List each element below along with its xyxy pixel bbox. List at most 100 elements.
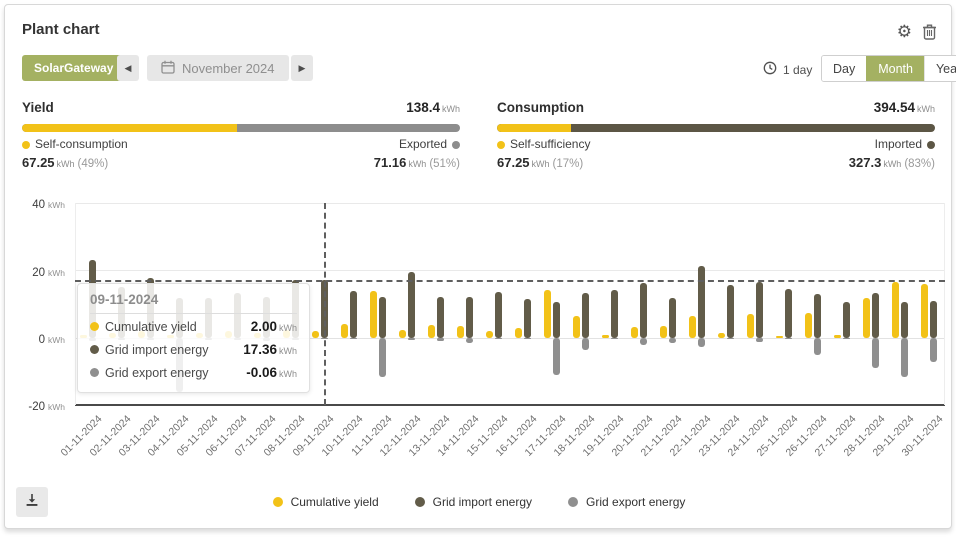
bar-yield-10-11-2024[interactable]	[341, 324, 348, 338]
tooltip-value: 2.00	[251, 319, 277, 334]
bar-import-12-11-2024[interactable]	[408, 272, 415, 338]
bar-import-20-11-2024[interactable]	[640, 283, 647, 338]
bar-export-16-11-2024[interactable]	[524, 338, 531, 339]
bar-import-15-11-2024[interactable]	[495, 292, 502, 338]
bar-export-12-11-2024[interactable]	[408, 338, 415, 340]
bar-yield-30-11-2024[interactable]	[921, 284, 928, 338]
bar-export-18-11-2024[interactable]	[582, 338, 589, 350]
prev-month-button[interactable]: ◀	[117, 55, 139, 81]
grid-line	[75, 203, 945, 204]
crosshair-vertical-line	[324, 203, 326, 405]
bar-import-13-11-2024[interactable]	[437, 297, 444, 338]
view-year-button[interactable]: Year	[924, 56, 956, 81]
bar-export-29-11-2024[interactable]	[901, 338, 908, 377]
bar-export-23-11-2024[interactable]	[727, 338, 734, 339]
chart-legend: Cumulative yield Grid import energy Grid e…	[5, 495, 953, 509]
bar-import-17-11-2024[interactable]	[553, 302, 560, 338]
bar-yield-19-11-2024[interactable]	[602, 335, 609, 338]
bar-export-24-11-2024[interactable]	[756, 338, 763, 342]
bar-yield-13-11-2024[interactable]	[428, 325, 435, 338]
legend-item-grid-export-energy[interactable]: Grid export energy	[568, 495, 685, 509]
calendar-icon	[161, 60, 175, 77]
interval-indicator: 1 day	[763, 61, 812, 78]
exported-label: Exported	[399, 137, 447, 151]
bar-import-10-11-2024[interactable]	[350, 291, 357, 338]
bar-yield-29-11-2024[interactable]	[892, 282, 899, 338]
bar-export-27-11-2024[interactable]	[843, 338, 850, 339]
bar-import-29-11-2024[interactable]	[901, 302, 908, 338]
grid-line	[75, 270, 945, 271]
bar-export-20-11-2024[interactable]	[640, 338, 647, 345]
bar-import-28-11-2024[interactable]	[872, 293, 879, 338]
y-axis-tick: 20kWh	[5, 263, 65, 281]
bar-export-15-11-2024[interactable]	[495, 338, 502, 339]
bar-import-11-11-2024[interactable]	[379, 297, 386, 338]
tooltip-date: 09-11-2024	[90, 292, 297, 314]
bar-import-18-11-2024[interactable]	[582, 293, 589, 338]
bar-yield-22-11-2024[interactable]	[689, 316, 696, 338]
bar-export-19-11-2024[interactable]	[611, 338, 618, 339]
bar-export-11-11-2024[interactable]	[379, 338, 386, 377]
bar-yield-14-11-2024[interactable]	[457, 326, 464, 338]
view-day-button[interactable]: Day	[822, 56, 866, 81]
bar-export-22-11-2024[interactable]	[698, 338, 705, 347]
legend-dot-icon	[273, 497, 283, 507]
crosshair-horizontal-line	[75, 280, 945, 282]
view-toggle: DayMonthYear	[821, 55, 956, 82]
settings-gear-icon[interactable]: ⚙	[897, 23, 912, 40]
bar-export-25-11-2024[interactable]	[785, 338, 792, 339]
bar-export-26-11-2024[interactable]	[814, 338, 821, 355]
bar-import-24-11-2024[interactable]	[756, 282, 763, 338]
series-dot-icon	[90, 368, 99, 377]
consumption-total: 394.54	[874, 100, 915, 115]
bar-import-23-11-2024[interactable]	[727, 285, 734, 338]
bar-export-10-11-2024[interactable]	[350, 338, 357, 339]
self-sufficiency-value: 67.25kWh(17%)	[497, 154, 583, 172]
bar-import-22-11-2024[interactable]	[698, 266, 705, 338]
bar-yield-12-11-2024[interactable]	[399, 330, 406, 338]
bar-export-28-11-2024[interactable]	[872, 338, 879, 368]
bar-yield-16-11-2024[interactable]	[515, 328, 522, 338]
bar-yield-27-11-2024[interactable]	[834, 335, 841, 338]
bar-yield-18-11-2024[interactable]	[573, 316, 580, 338]
chevron-left-icon: ◀	[125, 63, 132, 74]
series-dot-icon	[90, 345, 99, 354]
bar-import-14-11-2024[interactable]	[466, 297, 473, 338]
bar-yield-23-11-2024[interactable]	[718, 333, 725, 338]
bar-export-30-11-2024[interactable]	[930, 338, 937, 362]
bar-yield-28-11-2024[interactable]	[863, 298, 870, 338]
view-month-button[interactable]: Month	[866, 56, 924, 81]
bar-import-19-11-2024[interactable]	[611, 290, 618, 338]
legend-item-cumulative-yield[interactable]: Cumulative yield	[273, 495, 379, 509]
bar-yield-11-11-2024[interactable]	[370, 291, 377, 338]
date-picker-button[interactable]: November 2024	[147, 55, 289, 81]
bar-yield-25-11-2024[interactable]	[776, 336, 783, 338]
bar-export-13-11-2024[interactable]	[437, 338, 444, 341]
bar-yield-15-11-2024[interactable]	[486, 331, 493, 338]
bar-yield-26-11-2024[interactable]	[805, 313, 812, 338]
bar-import-30-11-2024[interactable]	[930, 301, 937, 338]
bar-import-16-11-2024[interactable]	[524, 299, 531, 338]
bar-yield-20-11-2024[interactable]	[631, 327, 638, 338]
bar-export-21-11-2024[interactable]	[669, 338, 676, 343]
delete-trash-icon[interactable]	[922, 23, 937, 40]
legend-item-grid-import-energy[interactable]: Grid import energy	[415, 495, 532, 509]
yield-total: 138.4	[406, 100, 440, 115]
bar-import-25-11-2024[interactable]	[785, 289, 792, 338]
plot-left-edge	[75, 203, 76, 405]
bar-yield-24-11-2024[interactable]	[747, 314, 754, 338]
imported-dot-icon	[927, 141, 935, 149]
bar-yield-09-11-2024[interactable]	[312, 331, 319, 338]
bar-yield-21-11-2024[interactable]	[660, 326, 667, 338]
self-consumption-value: 67.25kWh(49%)	[22, 154, 108, 172]
yield-progress-fill	[22, 124, 237, 132]
next-month-button[interactable]: ▶	[291, 55, 313, 81]
bar-export-17-11-2024[interactable]	[553, 338, 560, 375]
bar-import-21-11-2024[interactable]	[669, 298, 676, 338]
gateway-button[interactable]: SolarGateway	[22, 55, 125, 81]
exported-value: 71.16kWh(51%)	[374, 154, 460, 172]
bar-yield-17-11-2024[interactable]	[544, 290, 551, 338]
bar-import-27-11-2024[interactable]	[843, 302, 850, 338]
bar-export-14-11-2024[interactable]	[466, 338, 473, 343]
bar-import-26-11-2024[interactable]	[814, 294, 821, 338]
